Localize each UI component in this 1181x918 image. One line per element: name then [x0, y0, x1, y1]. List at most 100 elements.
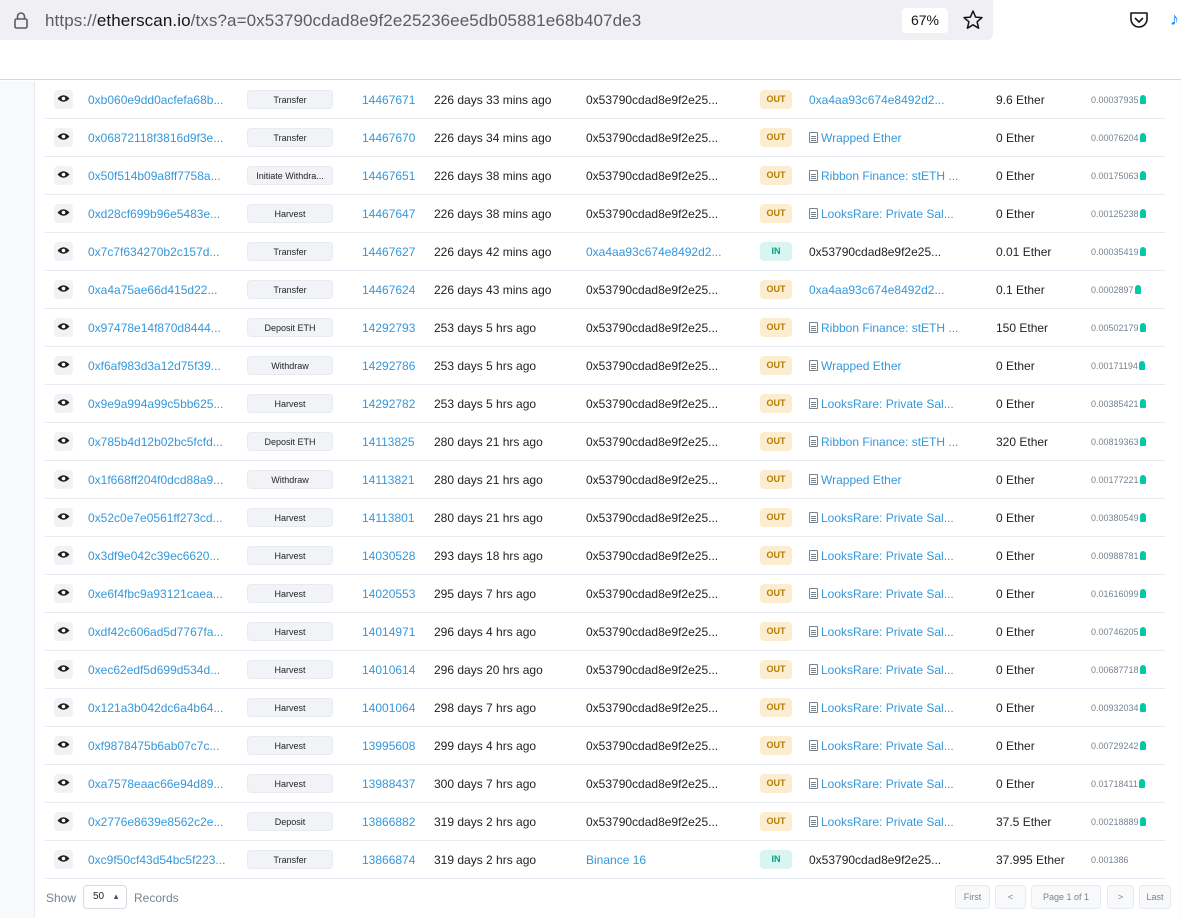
txn-hash-link[interactable]: 0x2776e8639e8562c2e... — [88, 803, 223, 841]
block-link[interactable]: 14292782 — [362, 385, 415, 423]
view-details-eye-icon[interactable] — [54, 90, 73, 109]
to-address[interactable]: 0xa4aa93c674e8492d2... — [809, 81, 944, 119]
view-details-eye-icon[interactable] — [54, 546, 73, 565]
block-link[interactable]: 13995608 — [362, 727, 415, 765]
block-link[interactable]: 14467624 — [362, 271, 415, 309]
block-link[interactable]: 14010614 — [362, 651, 415, 689]
txn-hash-link[interactable]: 0xec62edf5d699d534d... — [88, 651, 220, 689]
view-details-eye-icon[interactable] — [54, 318, 73, 337]
to-address[interactable]: LooksRare: Private Sal... — [809, 651, 954, 689]
txn-hash-link[interactable]: 0xb060e9dd0acfefa68b... — [88, 81, 223, 119]
txn-hash-link[interactable]: 0xd28cf699b96e5483e... — [88, 195, 220, 233]
to-address-text: LooksRare: Private Sal... — [821, 739, 954, 753]
txn-hash-link[interactable]: 0x1f668ff204f0dcd88a9... — [88, 461, 223, 499]
table-row: 0xe6f4fbc9a93121caea... Harvest 14020553 29… — [45, 575, 1165, 613]
txn-hash-link[interactable]: 0x9e9a994a99c5bb625... — [88, 385, 223, 423]
view-details-eye-icon[interactable] — [54, 470, 73, 489]
to-address[interactable]: LooksRare: Private Sal... — [809, 499, 954, 537]
view-details-eye-icon[interactable] — [54, 204, 73, 223]
view-details-eye-icon[interactable] — [54, 660, 73, 679]
to-address[interactable]: Ribbon Finance: stETH ... — [809, 309, 958, 347]
to-address[interactable]: LooksRare: Private Sal... — [809, 613, 954, 651]
block-link[interactable]: 14292786 — [362, 347, 415, 385]
to-address[interactable]: LooksRare: Private Sal... — [809, 803, 954, 841]
block-link[interactable]: 13866874 — [362, 841, 415, 879]
txn-hash-link[interactable]: 0xa4a75ae66d415d22... — [88, 271, 217, 309]
view-details-eye-icon[interactable] — [54, 698, 73, 717]
txn-hash-link[interactable]: 0x06872118f3816d9f3e... — [88, 119, 223, 157]
view-details-eye-icon[interactable] — [54, 584, 73, 603]
view-details-eye-icon[interactable] — [54, 508, 73, 527]
txn-hash-link[interactable]: 0xf6af983d3a12d75f39... — [88, 347, 221, 385]
txn-hash-link[interactable]: 0x52c0e7e0561ff273cd... — [88, 499, 223, 537]
txn-hash-link[interactable]: 0xc9f50cf43d54bc5f223... — [88, 841, 225, 879]
first-page-button[interactable]: First — [955, 885, 990, 909]
block-link[interactable]: 14001064 — [362, 689, 415, 727]
to-address[interactable]: Wrapped Ether — [809, 347, 902, 385]
to-address[interactable]: LooksRare: Private Sal... — [809, 727, 954, 765]
address-bar[interactable]: https://etherscan.io/txs?a=0x53790cdad8e… — [0, 0, 993, 40]
to-address[interactable]: LooksRare: Private Sal... — [809, 195, 954, 233]
url-text[interactable]: https://etherscan.io/txs?a=0x53790cdad8e… — [45, 11, 641, 31]
to-address[interactable]: LooksRare: Private Sal... — [809, 765, 954, 803]
view-details-eye-icon[interactable] — [54, 166, 73, 185]
view-details-eye-icon[interactable] — [54, 128, 73, 147]
block-link[interactable]: 14113825 — [362, 423, 415, 461]
view-details-eye-icon[interactable] — [54, 356, 73, 375]
block-link[interactable]: 14113801 — [362, 499, 415, 537]
block-link[interactable]: 14292793 — [362, 309, 415, 347]
next-page-button[interactable]: > — [1107, 885, 1134, 909]
view-details-eye-icon[interactable] — [54, 394, 73, 413]
from-address[interactable]: 0xa4aa93c674e8492d2... — [586, 233, 721, 271]
block-link[interactable]: 14467670 — [362, 119, 415, 157]
view-details-eye-icon[interactable] — [54, 280, 73, 299]
age-text: 226 days 38 mins ago — [434, 169, 552, 183]
zoom-level-button[interactable]: 67% — [902, 8, 948, 33]
view-details-eye-icon[interactable] — [54, 622, 73, 641]
block-link[interactable]: 14020553 — [362, 575, 415, 613]
block-link[interactable]: 14113821 — [362, 461, 415, 499]
block-link[interactable]: 14014971 — [362, 613, 415, 651]
txn-hash-link[interactable]: 0x7c7f634270b2c157d... — [88, 233, 219, 271]
view-details-eye-icon[interactable] — [54, 850, 73, 869]
block-link[interactable]: 14467671 — [362, 81, 415, 119]
block-link[interactable]: 13988437 — [362, 765, 415, 803]
pocket-icon[interactable] — [1128, 9, 1150, 31]
previous-page-button[interactable]: < — [995, 885, 1026, 909]
to-address[interactable]: 0xa4aa93c674e8492d2... — [809, 271, 944, 309]
block-link[interactable]: 13866882 — [362, 803, 415, 841]
lock-icon[interactable] — [12, 11, 30, 29]
view-details-eye-icon[interactable] — [54, 812, 73, 831]
txn-hash-link[interactable]: 0xf9878475b6ab07c7c... — [88, 727, 219, 765]
txn-hash-link[interactable]: 0x3df9e042c39ec6620... — [88, 537, 219, 575]
view-details-eye-icon[interactable] — [54, 736, 73, 755]
to-address[interactable]: Ribbon Finance: stETH ... — [809, 423, 958, 461]
view-details-eye-icon[interactable] — [54, 432, 73, 451]
block-link[interactable]: 14467627 — [362, 233, 415, 271]
block-link[interactable]: 14030528 — [362, 537, 415, 575]
direction-badge: OUT — [760, 166, 792, 185]
to-address[interactable]: LooksRare: Private Sal... — [809, 689, 954, 727]
to-address[interactable]: LooksRare: Private Sal... — [809, 537, 954, 575]
txn-hash-link[interactable]: 0x97478e14f870d8444... — [88, 309, 221, 347]
view-details-eye-icon[interactable] — [54, 242, 73, 261]
txn-hash-link[interactable]: 0xa7578eaac66e94d89... — [88, 765, 223, 803]
bookmark-star-icon[interactable] — [961, 8, 985, 32]
records-per-page-select[interactable]: 50 ▲ — [83, 885, 127, 909]
view-details-eye-icon[interactable] — [54, 774, 73, 793]
block-link[interactable]: 14467647 — [362, 195, 415, 233]
txn-hash-link[interactable]: 0x785b4d12b02bc5fcfd... — [88, 423, 223, 461]
extension-icon[interactable]: ♪ — [1170, 9, 1181, 31]
txn-hash-link[interactable]: 0xe6f4fbc9a93121caea... — [88, 575, 223, 613]
txn-hash-link[interactable]: 0x121a3b042dc6a4b64... — [88, 689, 223, 727]
to-address[interactable]: Ribbon Finance: stETH ... — [809, 157, 958, 195]
last-page-button[interactable]: Last — [1139, 885, 1171, 909]
to-address[interactable]: LooksRare: Private Sal... — [809, 575, 954, 613]
block-link[interactable]: 14467651 — [362, 157, 415, 195]
txn-hash-link[interactable]: 0x50f514b09a8ff7758a... — [88, 157, 221, 195]
to-address[interactable]: Wrapped Ether — [809, 119, 902, 157]
to-address[interactable]: Wrapped Ether — [809, 461, 902, 499]
txn-hash-link[interactable]: 0xdf42c606ad5d7767fa... — [88, 613, 223, 651]
to-address[interactable]: LooksRare: Private Sal... — [809, 385, 954, 423]
from-address[interactable]: Binance 16 — [586, 841, 646, 879]
